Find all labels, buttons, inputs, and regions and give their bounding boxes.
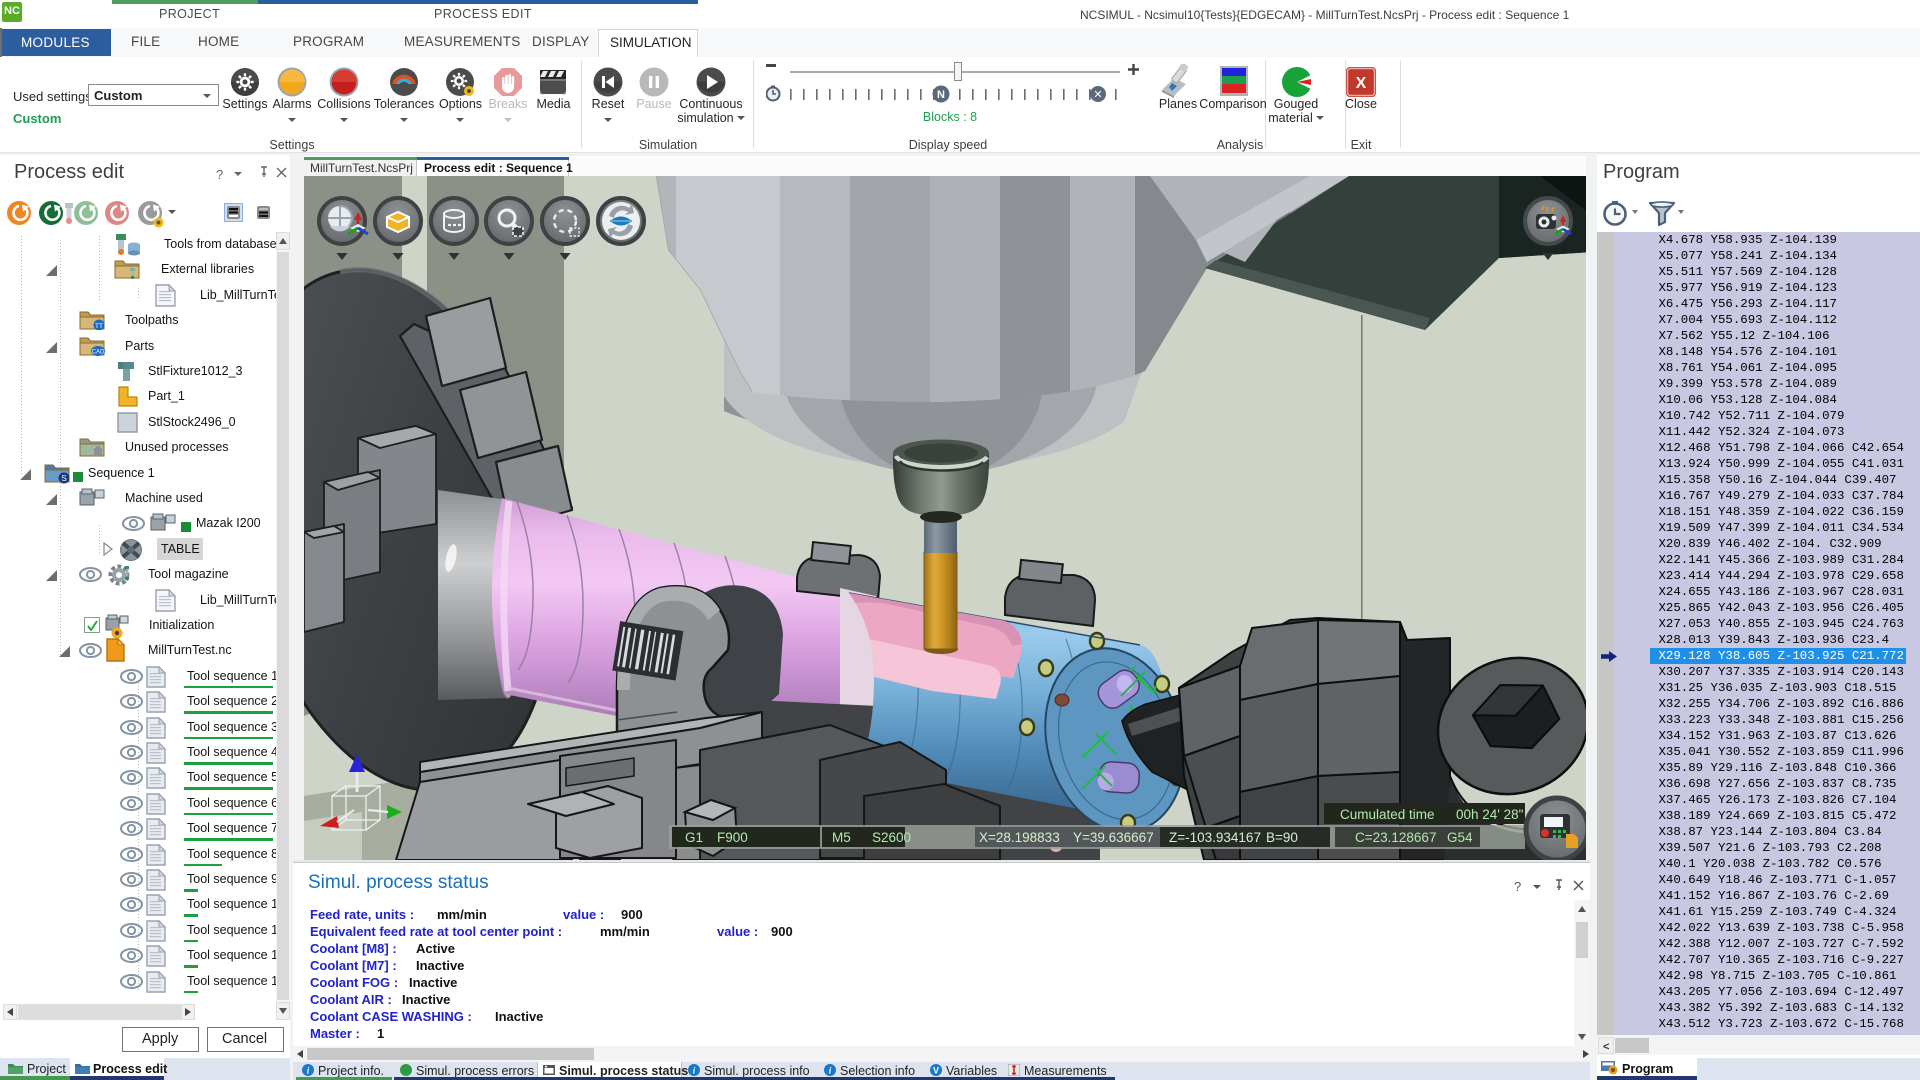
svg-text:Y=39.636667: Y=39.636667 (1073, 830, 1154, 845)
svg-text:X=28.198833: X=28.198833 (979, 830, 1060, 845)
svg-text:TT: TT (95, 323, 103, 330)
svg-text:N: N (937, 89, 945, 101)
svg-text:M5: M5 (832, 830, 851, 845)
svg-text:✕: ✕ (1093, 89, 1102, 101)
svg-text:G1: G1 (685, 830, 703, 845)
svg-text:Z=-103.934167: Z=-103.934167 (1169, 830, 1261, 845)
svg-text:B=90: B=90 (1266, 830, 1298, 845)
svg-text:00h 24' 28": 00h 24' 28" (1456, 807, 1524, 822)
svg-text:Cumulated time: Cumulated time (1340, 807, 1435, 822)
svg-text:F900: F900 (717, 830, 748, 845)
svg-text:V: V (933, 1066, 939, 1076)
svg-text:X: X (1356, 75, 1367, 92)
svg-text:S2600: S2600 (872, 830, 911, 845)
svg-text:G54: G54 (1447, 830, 1473, 845)
svg-text:CAD: CAD (92, 349, 105, 355)
svg-text:C=23.128667: C=23.128667 (1355, 830, 1436, 845)
svg-text:S: S (61, 474, 66, 483)
